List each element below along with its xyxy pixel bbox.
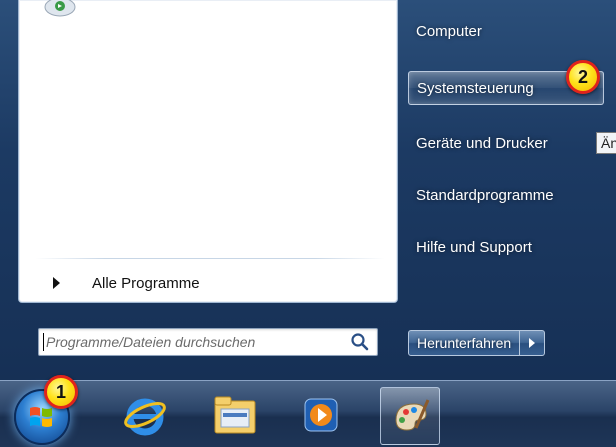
- start-menu-left-pane: Alle Programme: [18, 0, 398, 303]
- search-input[interactable]: [44, 330, 349, 354]
- program-icon: [44, 0, 76, 17]
- arrow-right-icon: [53, 277, 60, 289]
- search-box[interactable]: [38, 328, 378, 356]
- taskbar-media-player[interactable]: [292, 387, 350, 443]
- taskbar-internet-explorer[interactable]: [116, 387, 174, 443]
- shutdown-button[interactable]: Herunterfahren: [408, 330, 521, 356]
- menu-item-label: Computer: [416, 22, 482, 40]
- start-menu: Alle Programme Computer Systemsteuerung …: [0, 0, 616, 380]
- menu-item-label: Systemsteuerung: [417, 79, 534, 97]
- shutdown-group: Herunterfahren: [408, 330, 546, 356]
- folder-icon: [214, 396, 256, 434]
- menu-item-standardprogramme[interactable]: Standardprogramme: [408, 178, 616, 212]
- arrow-right-icon: [529, 338, 536, 348]
- step-badge-1: 1: [44, 375, 78, 409]
- taskbar: 1: [0, 375, 616, 447]
- menu-item-label: Geräte und Drucker: [416, 134, 548, 152]
- media-player-icon: [304, 398, 338, 432]
- pinned-program-item[interactable]: [43, 0, 77, 28]
- taskbar-paint[interactable]: [380, 387, 440, 445]
- paint-palette-icon: [395, 399, 430, 431]
- all-programs-button[interactable]: Alle Programme: [43, 270, 383, 296]
- tooltip: Än: [596, 132, 616, 154]
- menu-item-geraete-und-drucker[interactable]: Geräte und Drucker: [408, 126, 616, 160]
- shutdown-options-button[interactable]: [520, 330, 546, 356]
- taskbar-file-explorer[interactable]: [206, 387, 264, 443]
- step-badge-2: 2: [566, 60, 600, 94]
- search-icon[interactable]: [349, 331, 371, 353]
- menu-item-label: Hilfe und Support: [416, 238, 532, 256]
- all-programs-label: Alle Programme: [92, 274, 200, 292]
- menu-item-computer[interactable]: Computer: [408, 14, 616, 48]
- menu-item-label: Standardprogramme: [416, 186, 554, 204]
- internet-explorer-icon: [124, 398, 166, 436]
- search-area: [18, 310, 398, 374]
- menu-item-hilfe-und-support[interactable]: Hilfe und Support: [408, 230, 616, 264]
- separator: [35, 258, 385, 259]
